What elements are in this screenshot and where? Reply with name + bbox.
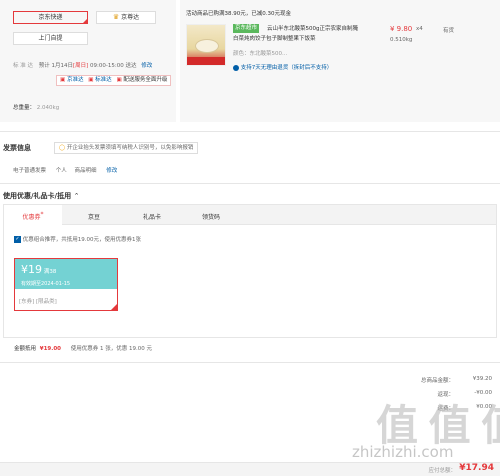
invoice-content: 商品明细 [74,168,97,174]
coupon-card[interactable]: ¥19 满38 有效期至2024-01-15 [东券] [限品类] [14,258,118,311]
truck-icon-2: ▣ [88,77,94,83]
badge-standard: 标准达 [95,77,112,83]
coupon-expiry: 有效期至2024-01-15 [21,281,71,287]
shipping-option-jd-label: 京东快递 [38,14,63,21]
product-price: ¥ 9.80 [390,25,413,33]
coupon-selected-corner-icon [110,303,118,311]
product-stock: 有货 [443,28,455,34]
discount-heading-text: 使用优惠/礼品卡/抵用 [3,192,72,200]
discount-tabs-bar [4,205,496,225]
modify-delivery-link[interactable]: 修改 [141,63,152,69]
crown-icon: ♛ [112,13,120,21]
return-icon [233,64,239,71]
coupon-combo-text: 优惠组合推荐，共抵用19.00元，使用优惠券1张 [22,237,141,243]
selected-corner-icon [82,18,88,24]
delivery-badges: ▣ 京准达 ▣ 标准达 ▣ 配送服务全面升级 [56,75,172,86]
truck-icon-3: ▣ [116,77,122,83]
product-qty: x4 [416,26,423,32]
totals-divider [0,362,500,363]
tab-coupon-dot: * [40,211,44,218]
total-weight-label: 总重量： [13,105,36,111]
invoice-notice-text: 开企业抬头发票须填写纳税人识别号，以免影响报销 [66,145,194,151]
tab-giftcard[interactable]: 礼品卡 [143,212,161,221]
invoice-type: 电子普通发票 [13,168,47,174]
watermark-url: zhizhizhi.com [352,443,454,461]
invoice-title-type: 个人 [55,168,67,174]
checkbox-checked-icon[interactable]: ✓ [14,236,21,243]
truck-icon: ▣ [60,77,66,83]
summary-label: 金额抵用 [14,346,37,352]
delivery-range: 09:00-15:00 送达 [90,63,137,69]
chevron-up-icon: ⌃ [73,192,80,200]
delivery-day: [周日] [73,63,89,69]
invoice-modify-link[interactable]: 修改 [106,168,117,174]
standard-delivery-row: 标 准 达 预计 1月14日[周日] 09:00-15:00 送达 修改 [13,61,152,69]
invoice-notice: ◯ 开企业抬头发票须填写纳税人识别号，以免影响报销 [54,142,199,154]
invoice-heading: 发票信息 [3,144,31,152]
coupon-amount: ¥19 满38 [21,263,56,276]
product-color: 颜色：东北酸菜500... [233,51,288,57]
tab-coupon[interactable]: 优惠券* [4,205,62,226]
product-image-bowl [195,39,219,53]
shipping-option-jd[interactable]: 京东快递 [13,11,88,24]
goods-label: 总商品金额： [420,378,454,384]
shipping-option-jingzhunda-label: 京尊达 [121,14,140,21]
invoice-divider [0,131,500,132]
discount-summary: 金额抵用 ¥19.00 使用优惠券 1 张，优惠 19.00 元 [14,344,152,352]
product-image[interactable] [186,24,226,66]
total-weight-value: 2.040kg [36,105,60,111]
info-icon: ◯ [59,145,66,151]
badge-upgrade: 配送服务全面升级 [123,77,168,83]
coupon-tags: [东券] [限品类] [19,299,57,305]
payable-total: 应付总额： ¥17.94 [390,463,496,475]
tab-coupon-label: 优惠券 [22,214,41,221]
coupon-amount-value: ¥19 [21,263,42,276]
tab-pickupcode[interactable]: 领货码 [202,212,220,221]
tab-jingdou[interactable]: 京豆 [88,212,100,221]
return-policy-text: 支持7天无理由退货（拆封后不支持） [240,65,333,71]
discount-divider [0,183,500,184]
delivery-time: 预计 1月14日 [38,63,73,69]
shipping-option-pickup[interactable]: 上门自提 [13,32,88,45]
return-policy: 支持7天无理由退货（拆封后不支持） [233,63,332,71]
goods-value: ¥39.20 [472,376,492,382]
standard-label: 标 准 达 [13,63,33,69]
coupon-combo-row[interactable]: ✓ 优惠组合推荐，共抵用19.00元，使用优惠券1张 [14,235,141,243]
invoice-details: 电子普通发票 个人 商品明细 修改 [13,166,117,174]
payable-label: 应付总额： [428,468,456,474]
payable-value: ¥17.94 [459,463,494,473]
summary-text: 使用优惠券 1 张，优惠 19.00 元 [70,346,152,352]
shipping-option-jingzhunda[interactable]: ♛ 京尊达 [96,11,156,24]
coupon-condition: 满38 [43,269,57,275]
summary-amount: ¥19.00 [39,346,61,352]
discount-heading[interactable]: 使用优惠/礼品卡/抵用 ⌃ [3,191,79,201]
badge-jingzhunda: 京准达 [66,77,84,83]
product-weight: 0.510kg [390,37,413,43]
product-image-band [187,57,225,65]
promo-text: 活动商品已购满38.90元，已减0.30元现金 [186,11,291,17]
product-title[interactable]: 云山半东北酸菜500g正宗农家自制腌白菜炖肉饺子包子脚制整果下饭菜 [233,24,361,44]
total-weight: 总重量： 2.040kg [13,103,59,111]
product-panel [180,0,500,122]
shipping-option-pickup-label: 上门自提 [38,35,63,42]
